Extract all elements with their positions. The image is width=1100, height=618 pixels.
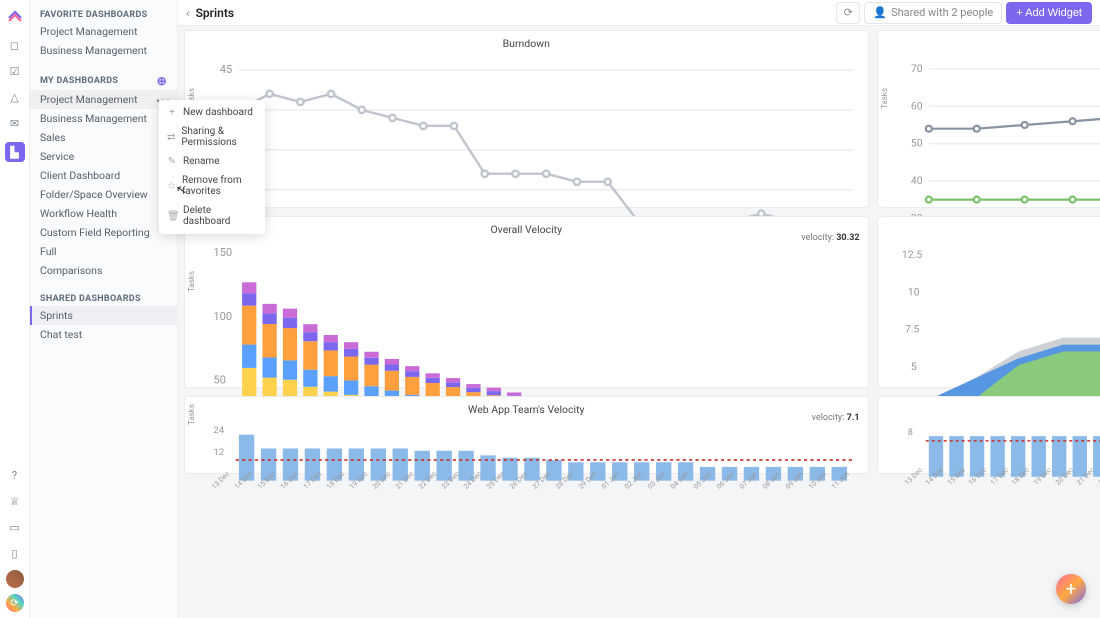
chart-title: Overall Velocity xyxy=(191,221,862,240)
y-axis-label: Tasks xyxy=(187,271,196,292)
widget-cumulative-flow[interactable]: Sprint 1 Cumulative Flow 12.5107.552.50 … xyxy=(877,216,1100,388)
y-axis-label: Tasks xyxy=(187,404,196,425)
widget-overall-velocity[interactable]: Overall Velocity velocity: 30.32 Tasks 1… xyxy=(184,216,869,388)
svg-text:24: 24 xyxy=(213,425,224,436)
page-title: Sprints xyxy=(196,6,234,20)
pencil-icon: ✎ xyxy=(167,156,177,167)
svg-text:100: 100 xyxy=(213,310,232,323)
help-icon[interactable]: ? xyxy=(8,468,22,482)
svg-text:8: 8 xyxy=(907,428,912,438)
widget-burndown[interactable]: Burndown Tasks 4540353025 20. Dec22. Dec… xyxy=(184,30,869,208)
docs-icon[interactable]: ▯ xyxy=(8,546,22,560)
add-widget-button[interactable]: + Add Widget xyxy=(1006,2,1092,24)
chart-title: Mobile Team's Velocity xyxy=(884,401,1100,420)
plus-icon: + xyxy=(167,107,177,118)
widget-grid: Burndown Tasks 4540353025 20. Dec22. Dec… xyxy=(184,30,1094,474)
svg-text:10: 10 xyxy=(907,285,919,298)
my-dashboards-heading: MY DASHBOARDS ⊕ xyxy=(30,70,177,90)
topbar: ‹ Sprints ⟳ 👤 Shared with 2 people + Add… xyxy=(178,0,1100,26)
add-dashboard-icon[interactable]: ⊕ xyxy=(157,74,167,88)
share-button[interactable]: 👤 Shared with 2 people xyxy=(864,2,1002,24)
refresh-button[interactable]: ⟳ xyxy=(836,2,860,24)
favorites-heading: FAVORITE DASHBOARDS xyxy=(30,6,177,22)
icon-rail: ◻ ☑ △ ✉ ▙ ? ♕ ▭ ▯ ⟳ xyxy=(0,0,30,618)
fab-add-button[interactable]: + xyxy=(1056,574,1086,604)
main: ‹ Sprints ⟳ 👤 Shared with 2 people + Add… xyxy=(178,0,1100,618)
sidebar-item-sprints[interactable]: Sprints xyxy=(30,306,177,325)
share-icon: ⇄ xyxy=(167,132,175,143)
svg-text:60: 60 xyxy=(910,99,922,112)
sidebar-item-sales[interactable]: Sales xyxy=(30,128,177,147)
sidebar-item-client-dashboard[interactable]: Client Dashboard xyxy=(30,166,177,185)
sidebar-item-fav-business-management[interactable]: Business Management xyxy=(30,41,177,60)
velocity-value: velocity: 30.32 xyxy=(801,233,859,243)
chart-title: Sprint 1 Burn-Up xyxy=(884,35,1100,54)
svg-text:45: 45 xyxy=(220,63,233,76)
apps-icon[interactable]: ▭ xyxy=(8,520,22,534)
chart-title: Sprint 1 Cumulative Flow xyxy=(884,221,1100,240)
x-axis-labels: 13 Dec14 Dec15 Dec16 Dec17 Dec18 Dec19 D… xyxy=(884,480,1100,490)
inbox-icon[interactable]: ✉ xyxy=(8,116,22,130)
sidebar-item-full[interactable]: Full xyxy=(30,242,177,261)
y-axis-label: Tasks xyxy=(880,88,889,109)
svg-text:12.5: 12.5 xyxy=(901,248,921,261)
back-icon[interactable]: ‹ xyxy=(186,6,190,20)
x-axis-labels: 13 Dec14 Dec15 Dec16 Dec17 Dec18 Dec19 D… xyxy=(191,484,862,494)
svg-text:5: 5 xyxy=(910,360,916,373)
sidebar-item-fav-project-management[interactable]: Project Management xyxy=(30,22,177,41)
sidebar-item-business-management[interactable]: Business Management xyxy=(30,109,177,128)
sidebar-item-chat-test[interactable]: Chat test xyxy=(30,325,177,344)
velocity-value: velocity: 7.1 xyxy=(812,413,860,423)
sidebar-item-service[interactable]: Service xyxy=(30,147,177,166)
sidebar: FAVORITE DASHBOARDS Project Management B… xyxy=(30,0,178,618)
ctx-new-dashboard[interactable]: +New dashboard xyxy=(159,103,265,122)
widget-mobile-velocity[interactable]: Mobile Team's Velocity velocity: 6.45 8 … xyxy=(877,396,1100,474)
ctx-remove-favorites[interactable]: ☆Remove from favorites xyxy=(159,171,265,201)
star-icon: ☆ xyxy=(167,181,176,192)
sidebar-item-folder-space-overview[interactable]: Folder/Space Overview xyxy=(30,185,177,204)
svg-text:150: 150 xyxy=(213,246,232,259)
widget-burnup[interactable]: Sprint 1 Burn-Up Tasks 7060504030 1. Jan… xyxy=(877,30,1100,208)
svg-text:12: 12 xyxy=(213,447,224,458)
burnup-chart: 7060504030 xyxy=(884,54,1100,233)
tasks-icon[interactable]: ☑ xyxy=(8,64,22,78)
trophy-icon[interactable]: ♕ xyxy=(8,494,22,508)
chart-title: Burndown xyxy=(191,35,862,54)
sidebar-item-workflow-health[interactable]: Workflow Health xyxy=(30,204,177,223)
dashboards-icon[interactable]: ▙ xyxy=(5,142,25,162)
ctx-sharing[interactable]: ⇄Sharing & Permissions xyxy=(159,122,265,152)
ctx-delete[interactable]: 🗑Delete dashboard xyxy=(159,201,265,231)
ctx-rename[interactable]: ✎Rename xyxy=(159,152,265,171)
svg-text:40: 40 xyxy=(910,174,922,187)
record-icon[interactable]: ⟳ xyxy=(6,594,24,612)
shared-dashboards-heading: SHARED DASHBOARDS xyxy=(30,290,177,306)
sidebar-item-comparisons[interactable]: Comparisons xyxy=(30,261,177,280)
sidebar-item-project-management[interactable]: Project Management••• xyxy=(30,90,177,109)
sidebar-item-custom-field-reporting[interactable]: Custom Field Reporting xyxy=(30,223,177,242)
context-menu: +New dashboard ⇄Sharing & Permissions ✎R… xyxy=(159,100,265,234)
svg-text:70: 70 xyxy=(910,62,922,75)
svg-text:50: 50 xyxy=(910,137,922,150)
user-icon: 👤 xyxy=(873,6,887,19)
user-avatar[interactable] xyxy=(6,570,24,588)
widget-web-velocity[interactable]: Web App Team's Velocity velocity: 7.1 Ta… xyxy=(184,396,869,474)
chart-title: Web App Team's Velocity xyxy=(191,401,862,420)
trash-icon: 🗑 xyxy=(167,211,177,222)
svg-text:50: 50 xyxy=(213,374,226,387)
home-icon[interactable]: ◻ xyxy=(8,38,22,52)
app-logo-icon[interactable] xyxy=(6,6,24,24)
svg-text:7.5: 7.5 xyxy=(904,323,919,336)
bell-icon[interactable]: △ xyxy=(8,90,22,104)
